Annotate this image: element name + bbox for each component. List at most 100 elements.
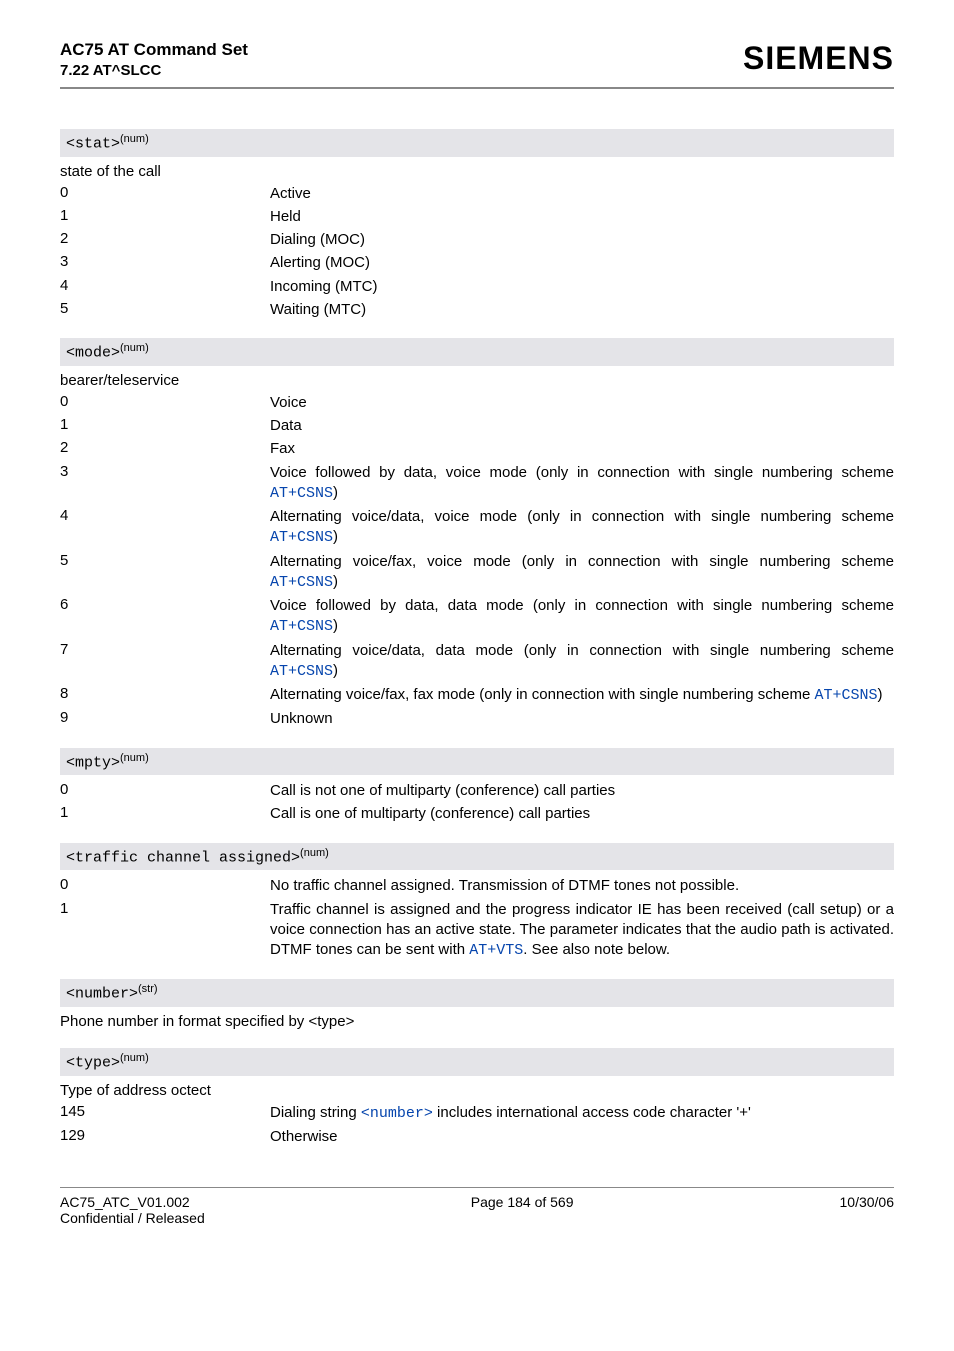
footer-rule [60, 1187, 894, 1188]
parameter-name: <traffic channel assigned> [66, 849, 300, 866]
parameter-name: <type> [66, 1055, 120, 1072]
parameter-name: <stat> [66, 136, 120, 153]
value-description: Otherwise [270, 1127, 894, 1147]
value-description: Held [270, 207, 894, 227]
section-intro: Type of address octect [60, 1082, 894, 1099]
parameter-type-suffix: (num) [300, 847, 329, 859]
value-key: 8 [60, 685, 270, 702]
value-description: Call is not one of multiparty (conferenc… [270, 781, 894, 801]
code-reference[interactable]: AT+CSNS [270, 485, 333, 502]
section-intro: Phone number in format specified by <typ… [60, 1013, 894, 1030]
value-description: No traffic channel assigned. Transmissio… [270, 876, 894, 896]
value-row: 1Call is one of multiparty (conference) … [60, 804, 894, 824]
code-reference[interactable]: AT+CSNS [270, 574, 333, 591]
value-key: 5 [60, 300, 270, 317]
footer-page-number: Page 184 of 569 [471, 1194, 574, 1226]
page: AC75 AT Command Set 7.22 AT^SLCC SIEMENS… [0, 0, 954, 1256]
value-description: Traffic channel is assigned and the prog… [270, 900, 894, 962]
parameter-name: <mode> [66, 345, 120, 362]
value-key: 1 [60, 416, 270, 433]
value-description: Voice [270, 393, 894, 413]
value-row: 0Voice [60, 393, 894, 413]
code-reference[interactable]: AT+CSNS [270, 663, 333, 680]
value-description: Dialing string <number> includes interna… [270, 1103, 894, 1124]
value-row: 4Incoming (MTC) [60, 277, 894, 297]
value-description: Active [270, 184, 894, 204]
value-row: 3Voice followed by data, voice mode (onl… [60, 463, 894, 505]
parameter-type-suffix: (num) [120, 133, 149, 145]
value-description: Voice followed by data, voice mode (only… [270, 463, 894, 505]
value-row: 5Waiting (MTC) [60, 300, 894, 320]
value-key: 2 [60, 230, 270, 247]
value-description: Alternating voice/fax, fax mode (only in… [270, 685, 894, 706]
value-row: 7Alternating voice/data, data mode (only… [60, 641, 894, 683]
value-description: Alternating voice/fax, voice mode (only … [270, 552, 894, 594]
value-key: 4 [60, 277, 270, 294]
footer-doc-id: AC75_ATC_V01.002 [60, 1194, 205, 1210]
content: <stat>(num)state of the call0Active1Held… [60, 129, 894, 1147]
value-description: Fax [270, 439, 894, 459]
value-description: Data [270, 416, 894, 436]
brand-logo: SIEMENS [743, 40, 894, 77]
section-intro: state of the call [60, 163, 894, 180]
value-key: 1 [60, 207, 270, 224]
value-description: Waiting (MTC) [270, 300, 894, 320]
value-row: 5Alternating voice/fax, voice mode (only… [60, 552, 894, 594]
value-key: 5 [60, 552, 270, 569]
footer-left: AC75_ATC_V01.002 Confidential / Released [60, 1194, 205, 1226]
value-description: Dialing (MOC) [270, 230, 894, 250]
value-key: 0 [60, 876, 270, 893]
value-row: 2Fax [60, 439, 894, 459]
value-row: 1Data [60, 416, 894, 436]
value-description: Incoming (MTC) [270, 277, 894, 297]
code-reference[interactable]: AT+VTS [469, 942, 523, 959]
value-key: 0 [60, 184, 270, 201]
code-reference[interactable]: AT+CSNS [270, 529, 333, 546]
value-row: 1Traffic channel is assigned and the pro… [60, 900, 894, 962]
value-description: Alerting (MOC) [270, 253, 894, 273]
value-key: 1 [60, 900, 270, 917]
parameter-type-suffix: (num) [120, 1052, 149, 1064]
code-reference[interactable]: AT+CSNS [270, 618, 333, 635]
value-key: 1 [60, 804, 270, 821]
value-row: 8Alternating voice/fax, fax mode (only i… [60, 685, 894, 706]
value-key: 0 [60, 393, 270, 410]
value-key: 3 [60, 463, 270, 480]
value-key: 6 [60, 596, 270, 613]
doc-subtitle: 7.22 AT^SLCC [60, 62, 248, 79]
parameter-type-suffix: (str) [138, 983, 158, 995]
value-key: 7 [60, 641, 270, 658]
value-row: 145Dialing string <number> includes inte… [60, 1103, 894, 1124]
value-key: 2 [60, 439, 270, 456]
doc-title: AC75 AT Command Set [60, 40, 248, 60]
parameter-band: <mpty>(num) [60, 748, 894, 776]
value-row: 0No traffic channel assigned. Transmissi… [60, 876, 894, 896]
code-reference[interactable]: AT+CSNS [814, 687, 877, 704]
section-intro: bearer/teleservice [60, 372, 894, 389]
parameter-band: <number>(str) [60, 979, 894, 1007]
parameter-band: <stat>(num) [60, 129, 894, 157]
value-row: 2Dialing (MOC) [60, 230, 894, 250]
footer-classification: Confidential / Released [60, 1210, 205, 1226]
value-row: 4Alternating voice/data, voice mode (onl… [60, 507, 894, 549]
value-row: 0Call is not one of multiparty (conferen… [60, 781, 894, 801]
value-key: 129 [60, 1127, 270, 1144]
value-description: Alternating voice/data, data mode (only … [270, 641, 894, 683]
code-reference[interactable]: <number> [361, 1105, 433, 1122]
value-key: 145 [60, 1103, 270, 1120]
parameter-name: <mpty> [66, 754, 120, 771]
code-reference[interactable]: <type> [308, 1013, 354, 1030]
header-left: AC75 AT Command Set 7.22 AT^SLCC [60, 40, 248, 79]
value-row: 9Unknown [60, 709, 894, 729]
value-description: Voice followed by data, data mode (only … [270, 596, 894, 638]
parameter-band: <type>(num) [60, 1048, 894, 1076]
value-description: Unknown [270, 709, 894, 729]
parameter-type-suffix: (num) [120, 752, 149, 764]
parameter-name: <number> [66, 986, 138, 1003]
value-row: 3Alerting (MOC) [60, 253, 894, 273]
footer-date: 10/30/06 [840, 1194, 895, 1226]
value-row: 129Otherwise [60, 1127, 894, 1147]
parameter-band: <mode>(num) [60, 338, 894, 366]
value-row: 1Held [60, 207, 894, 227]
value-description: Alternating voice/data, voice mode (only… [270, 507, 894, 549]
